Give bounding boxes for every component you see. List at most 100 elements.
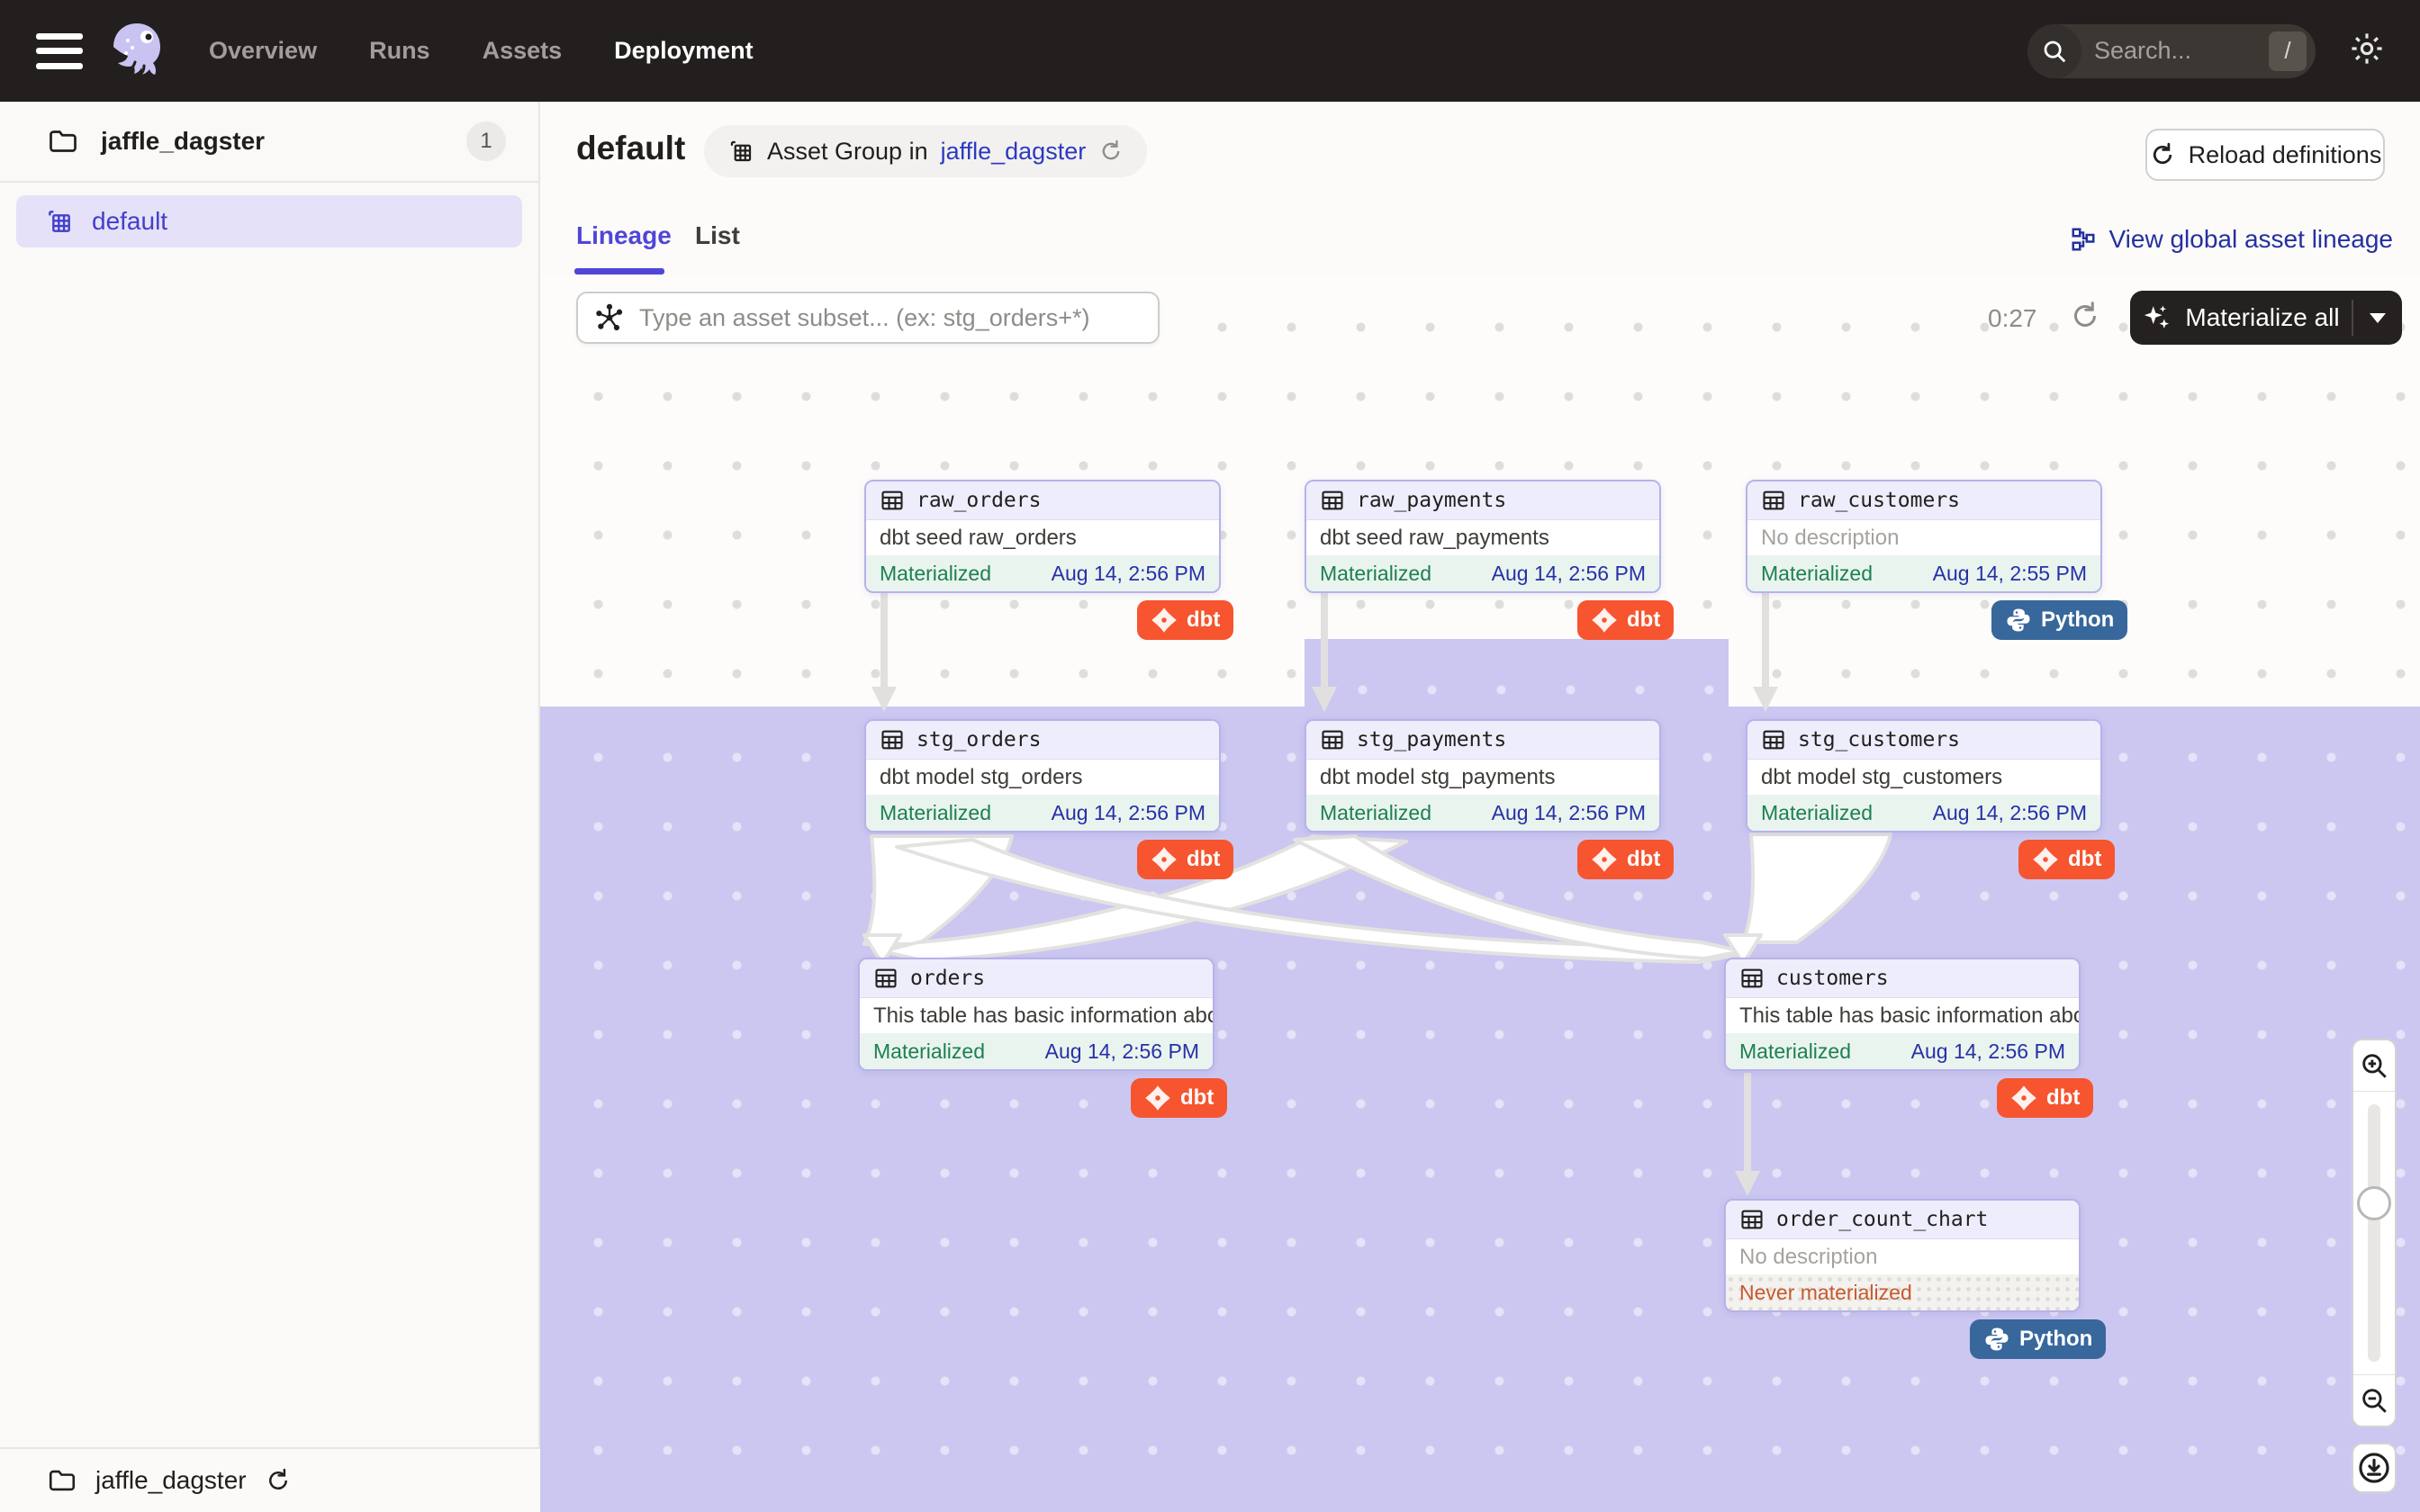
tab-lineage[interactable]: Lineage: [576, 221, 672, 250]
refresh-icon[interactable]: [265, 1467, 292, 1494]
table-icon: [880, 727, 905, 752]
selection-highlight-notch: [1305, 639, 1729, 709]
asset-description: dbt seed raw_orders: [866, 520, 1219, 555]
table-icon: [873, 966, 898, 991]
asset-status: Materialized: [880, 562, 991, 586]
asset-timestamp[interactable]: Aug 14, 2:56 PM: [1492, 801, 1646, 825]
view-global-asset-lineage-link[interactable]: View global asset lineage: [2070, 225, 2393, 254]
asset-description: dbt model stg_payments: [1306, 760, 1659, 795]
table-icon: [1739, 1207, 1765, 1232]
badge-label: dbt: [1187, 847, 1220, 872]
asset-node-orders[interactable]: orders This table has basic information …: [858, 958, 1215, 1071]
search-input[interactable]: Search... /: [2027, 24, 2316, 78]
asset-timestamp[interactable]: Aug 14, 2:56 PM: [1911, 1040, 2065, 1064]
asset-status: Materialized: [1761, 801, 1873, 825]
asset-group-icon: [45, 207, 74, 236]
workspace-sidebar: jaffle_dagster 1 default jaffle_dagster: [0, 102, 540, 1512]
dbt-logo-icon: [1591, 846, 1618, 873]
search-placeholder: Search...: [2094, 37, 2269, 65]
zoom-slider-track[interactable]: [2368, 1104, 2380, 1362]
asset-node-stg-orders[interactable]: stg_orders dbt model stg_orders Material…: [864, 719, 1221, 832]
dagster-logo-icon[interactable]: [108, 21, 166, 82]
workspace-link[interactable]: jaffle_dagster: [941, 138, 1087, 166]
asset-description: No description: [1747, 520, 2100, 555]
compute-badge-dbt[interactable]: dbt: [1577, 840, 1674, 879]
nav-overview[interactable]: Overview: [209, 37, 317, 65]
zoom-slider[interactable]: [2353, 1092, 2395, 1374]
asset-timestamp[interactable]: Aug 14, 2:55 PM: [1933, 562, 2087, 586]
nav-deployment[interactable]: Deployment: [614, 37, 754, 65]
search-shortcut-key: /: [2269, 32, 2307, 71]
reload-definitions-label: Reload definitions: [2189, 141, 2382, 169]
refresh-countdown: 0:27: [1988, 304, 2037, 333]
zoom-controls: [2352, 1039, 2397, 1427]
asset-node-stg-customers[interactable]: stg_customers dbt model stg_customers Ma…: [1746, 719, 2102, 832]
badge-label: dbt: [1187, 608, 1220, 633]
compute-badge-dbt[interactable]: dbt: [1997, 1078, 2093, 1118]
compute-badge-dbt[interactable]: dbt: [1131, 1078, 1227, 1118]
asset-node-order-count-chart[interactable]: order_count_chart No description Never m…: [1724, 1199, 2081, 1312]
badge-label: dbt: [1627, 847, 1660, 872]
nav-assets[interactable]: Assets: [483, 37, 563, 65]
lineage-graph-icon: [2070, 226, 2097, 253]
settings-gear-icon[interactable]: [2348, 30, 2386, 72]
asset-group-context-pill: Asset Group in jaffle_dagster: [704, 125, 1147, 177]
materialize-all-button[interactable]: Materialize all: [2130, 291, 2402, 345]
asset-name: customers: [1776, 967, 1889, 990]
asset-name: orders: [910, 967, 985, 990]
table-icon: [1320, 727, 1345, 752]
dagster-app: Overview Runs Assets Deployment Search..…: [0, 0, 2420, 1512]
badge-label: Python: [2019, 1327, 2092, 1352]
asset-node-raw-orders[interactable]: raw_orders dbt seed raw_orders Materiali…: [864, 480, 1221, 593]
asset-status: Materialized: [1320, 801, 1431, 825]
materialize-options-dropdown[interactable]: [2353, 291, 2402, 345]
compute-badge-dbt[interactable]: dbt: [1137, 600, 1233, 640]
asset-timestamp[interactable]: Aug 14, 2:56 PM: [1045, 1040, 1199, 1064]
zoom-out-button[interactable]: [2353, 1374, 2395, 1426]
asset-node-raw-payments[interactable]: raw_payments dbt seed raw_payments Mater…: [1305, 480, 1661, 593]
asset-name: stg_customers: [1798, 728, 1960, 752]
asset-node-stg-payments[interactable]: stg_payments dbt model stg_payments Mate…: [1305, 719, 1661, 832]
badge-label: dbt: [1180, 1085, 1214, 1111]
download-image-button[interactable]: [2352, 1443, 2397, 1493]
asset-name: stg_orders: [917, 728, 1041, 752]
sidebar-footer-repo[interactable]: jaffle_dagster: [0, 1447, 540, 1512]
asset-timestamp[interactable]: Aug 14, 2:56 PM: [1052, 801, 1205, 825]
zoom-slider-handle[interactable]: [2357, 1186, 2391, 1220]
sparkle-icon: [2142, 302, 2172, 333]
table-icon: [1761, 488, 1786, 513]
asset-timestamp[interactable]: Aug 14, 2:56 PM: [1052, 562, 1205, 586]
lineage-canvas[interactable]: Type an asset subset... (ex: stg_orders+…: [540, 276, 2420, 1512]
asset-status: Never materialized: [1739, 1281, 1912, 1305]
sidebar-item-default-group[interactable]: default: [16, 195, 522, 248]
asset-timestamp[interactable]: Aug 14, 2:56 PM: [1933, 801, 2087, 825]
asset-subset-filter-input[interactable]: Type an asset subset... (ex: stg_orders+…: [576, 292, 1160, 344]
tab-list[interactable]: List: [695, 221, 740, 250]
badge-label: dbt: [1627, 608, 1660, 633]
asset-name: stg_payments: [1357, 728, 1506, 752]
sidebar-workspace-row[interactable]: jaffle_dagster 1: [0, 102, 538, 183]
reload-definitions-button[interactable]: Reload definitions: [2145, 129, 2385, 181]
refresh-icon[interactable]: [2069, 300, 2101, 332]
dbt-logo-icon: [1591, 607, 1618, 634]
compute-badge-dbt[interactable]: dbt: [2018, 840, 2115, 879]
badge-label: Python: [2041, 608, 2114, 633]
asset-timestamp[interactable]: Aug 14, 2:56 PM: [1492, 562, 1646, 586]
asset-name: order_count_chart: [1776, 1208, 1988, 1231]
table-icon: [1739, 966, 1765, 991]
python-logo-icon: [1983, 1326, 2010, 1353]
compute-badge-dbt[interactable]: dbt: [1577, 600, 1674, 640]
compute-badge-python[interactable]: Python: [1970, 1319, 2106, 1359]
zoom-in-button[interactable]: [2353, 1040, 2395, 1092]
compute-badge-dbt[interactable]: dbt: [1137, 840, 1233, 879]
asset-status: Materialized: [873, 1040, 985, 1064]
dbt-logo-icon: [2032, 846, 2059, 873]
asset-node-raw-customers[interactable]: raw_customers No description Materialize…: [1746, 480, 2102, 593]
main-nav: Overview Runs Assets Deployment: [209, 37, 754, 65]
refresh-icon[interactable]: [1098, 139, 1124, 164]
filter-placeholder: Type an asset subset... (ex: stg_orders+…: [639, 304, 1090, 332]
nav-runs[interactable]: Runs: [369, 37, 430, 65]
asset-node-customers[interactable]: customers This table has basic informati…: [1724, 958, 2081, 1071]
compute-badge-python[interactable]: Python: [1991, 600, 2127, 640]
hamburger-menu-icon[interactable]: [36, 33, 83, 69]
